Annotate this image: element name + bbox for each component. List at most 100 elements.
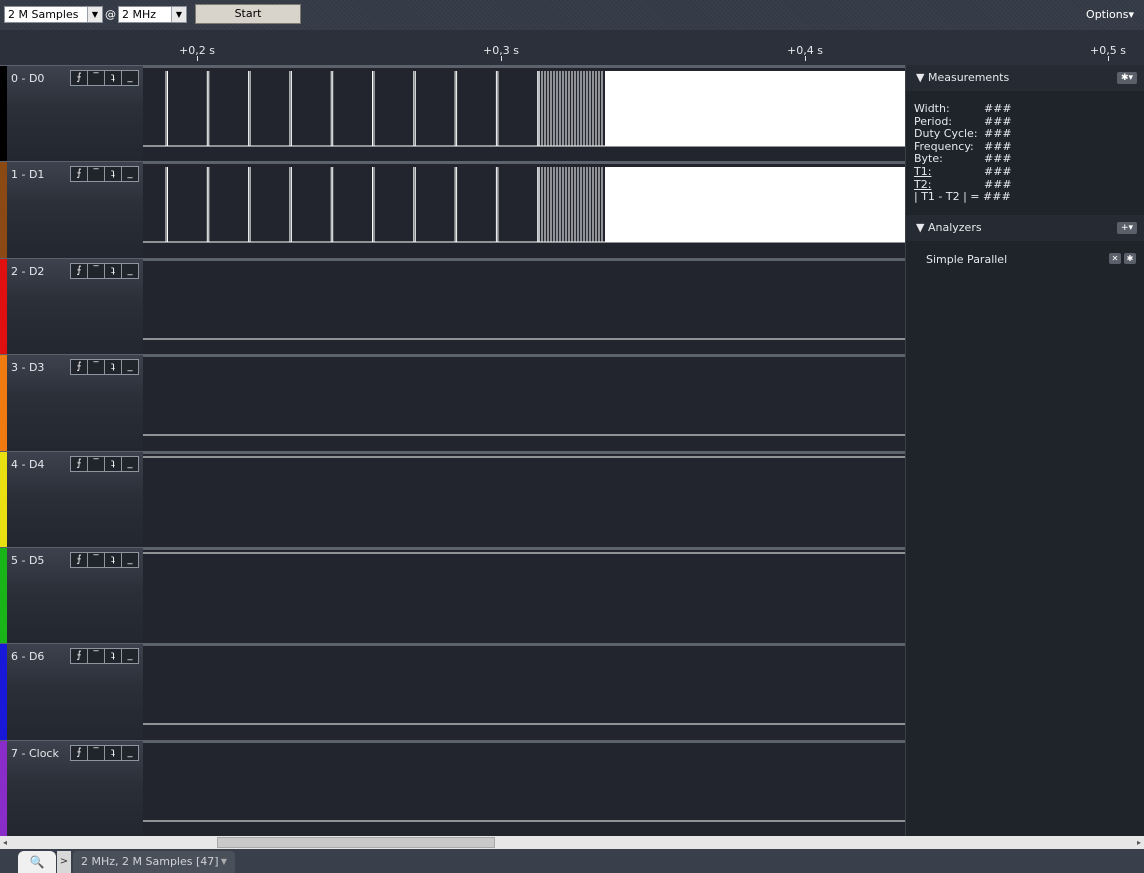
trigger-button[interactable]: _ xyxy=(122,167,138,181)
channel-color-bar xyxy=(0,66,7,162)
trigger-button[interactable]: _ xyxy=(122,746,138,760)
trigger-button[interactable]: ‾ xyxy=(88,456,105,471)
add-analyzer-icon[interactable]: +▾ xyxy=(1117,222,1137,234)
analyzer-item[interactable]: Simple Parallel xyxy=(926,253,1007,266)
trigger-button[interactable]: _ xyxy=(122,553,138,567)
trigger-button[interactable]: ⨍ xyxy=(71,745,88,760)
channel-label-box[interactable]: 5 - D5 ⨍ ‾ ʇ _ xyxy=(0,547,143,644)
t1-link[interactable]: T1: xyxy=(914,165,931,178)
trigger-button[interactable]: ʇ xyxy=(105,71,122,85)
scrollbar-thumb[interactable] xyxy=(217,837,495,848)
time-tick: +0,5 s xyxy=(1090,44,1126,61)
channel-label-box[interactable]: 2 - D2 ⨍ ‾ ʇ _ xyxy=(0,257,143,355)
analyzers-title: Analyzers xyxy=(927,221,982,234)
trigger-button[interactable]: ‾ xyxy=(88,649,105,664)
rate-select[interactable]: 2 MHz ▼ xyxy=(118,6,187,23)
trigger-button[interactable]: ʇ xyxy=(105,263,122,278)
session-tab-bar: 🔍 > 2 MHz, 2 M Samples [47] ▼ xyxy=(0,849,1144,873)
channel-row: 6 - D6 ⨍ ‾ ʇ _ xyxy=(0,643,905,740)
scroll-right-arrow-icon[interactable]: ▸ xyxy=(1134,836,1144,849)
channel-waveform[interactable] xyxy=(143,547,905,644)
channel-row: 1 - D1 ⨍ ‾ ʇ _ xyxy=(0,161,905,258)
trigger-button[interactable]: ⨍ xyxy=(71,456,88,471)
waveform-svg xyxy=(143,338,905,340)
trigger-button[interactable]: ⨍ xyxy=(71,649,88,664)
trigger-button[interactable]: _ xyxy=(122,71,138,85)
time-tick: +0,3 s xyxy=(483,44,519,61)
waveform-svg xyxy=(143,820,905,822)
scroll-left-arrow-icon[interactable]: ◂ xyxy=(0,836,10,849)
channel-color-bar xyxy=(0,258,7,355)
trigger-button[interactable]: ⨍ xyxy=(71,553,88,567)
channel-name: 3 - D3 xyxy=(11,361,45,375)
channel-label-box[interactable]: 7 - Clock ⨍ ‾ ʇ _ xyxy=(0,739,143,837)
channel-waveform[interactable] xyxy=(143,450,905,547)
trigger-button[interactable]: _ xyxy=(122,360,138,374)
channel-row: 5 - D5 ⨍ ‾ ʇ _ xyxy=(0,547,905,644)
channel-label-box[interactable]: 6 - D6 ⨍ ‾ ʇ _ xyxy=(0,643,143,740)
close-icon[interactable]: ✕ xyxy=(1109,253,1121,264)
start-button[interactable]: Start xyxy=(195,4,301,24)
waveform-svg xyxy=(143,434,905,436)
trigger-buttons: ⨍ ‾ ʇ _ xyxy=(70,359,139,376)
t2-link[interactable]: T2: xyxy=(914,178,931,191)
channel-waveform[interactable] xyxy=(143,643,905,740)
trigger-button[interactable]: ‾ xyxy=(88,553,105,567)
waveform-svg xyxy=(143,552,905,554)
trigger-button[interactable]: ‾ xyxy=(88,71,105,85)
trigger-button[interactable]: ʇ xyxy=(105,360,122,375)
trigger-buttons: ⨍ ‾ ʇ _ xyxy=(70,70,139,86)
trigger-button[interactable]: ⨍ xyxy=(71,263,88,278)
channel-label-box[interactable]: 3 - D3 ⨍ ‾ ʇ _ xyxy=(0,354,143,451)
triangle-down-icon: ▼ xyxy=(916,71,928,84)
channel-color-bar xyxy=(0,740,7,837)
session-tab-label: 2 MHz, 2 M Samples [47] xyxy=(81,855,219,868)
channel-waveform[interactable] xyxy=(143,257,905,355)
chevron-right-icon[interactable]: > xyxy=(57,851,71,873)
trigger-button[interactable]: ‾ xyxy=(88,167,105,182)
waveform-svg xyxy=(143,723,905,725)
chevron-down-icon: ▼ xyxy=(87,7,102,22)
channel-waveform[interactable] xyxy=(143,354,905,451)
trigger-button[interactable]: ⨍ xyxy=(71,167,88,182)
trigger-button[interactable]: ⨍ xyxy=(71,360,88,375)
trigger-button[interactable]: ʇ xyxy=(105,745,122,760)
trigger-button[interactable]: ʇ xyxy=(105,553,122,567)
channel-name: 5 - D5 xyxy=(11,554,45,567)
channel-waveform[interactable] xyxy=(143,739,905,837)
time-ruler[interactable]: +0,2 s +0,3 s +0,4 s +0,5 s xyxy=(0,30,1144,65)
gear-icon[interactable]: ✱▾ xyxy=(1117,72,1137,84)
chevron-down-icon: ▼ xyxy=(171,7,186,22)
trigger-button[interactable]: ‾ xyxy=(88,360,105,375)
channel-row: 2 - D2 ⨍ ‾ ʇ _ xyxy=(0,257,905,355)
trigger-button[interactable]: ʇ xyxy=(105,649,122,664)
time-tick: +0,4 s xyxy=(787,44,823,61)
channel-label-box[interactable]: 1 - D1 ⨍ ‾ ʇ _ xyxy=(0,161,143,258)
trigger-button[interactable]: ⨍ xyxy=(71,71,88,85)
trigger-buttons: ⨍ ‾ ʇ _ xyxy=(70,455,139,472)
gear-icon[interactable]: ✱ xyxy=(1124,253,1136,264)
trigger-button[interactable]: ʇ xyxy=(105,456,122,471)
analyzers-header[interactable]: ▼ Analyzers +▾ xyxy=(906,215,1144,241)
trigger-button[interactable]: _ xyxy=(122,457,138,471)
trigger-button[interactable]: _ xyxy=(122,264,138,278)
channel-waveform[interactable] xyxy=(143,65,905,162)
session-tab[interactable]: 2 MHz, 2 M Samples [47] ▼ xyxy=(73,851,235,873)
samples-select[interactable]: 2 M Samples ▼ xyxy=(4,6,103,23)
channel-color-bar xyxy=(0,644,7,740)
channel-label-box[interactable]: 4 - D4 ⨍ ‾ ʇ _ xyxy=(0,450,143,547)
rate-value: 2 MHz xyxy=(122,8,157,21)
channel-name: 1 - D1 xyxy=(11,168,45,182)
channel-waveform[interactable] xyxy=(143,161,905,258)
measurements-header[interactable]: ▼ Measurements ✱▾ xyxy=(906,65,1144,91)
search-icon[interactable]: 🔍 xyxy=(18,851,56,873)
options-menu[interactable]: Options▾ xyxy=(1086,8,1134,21)
trigger-button[interactable]: _ xyxy=(122,649,138,663)
horizontal-scrollbar[interactable]: ◂ ▸ xyxy=(0,836,1144,849)
trigger-button[interactable]: ʇ xyxy=(105,167,122,182)
measurement-diff-row: | T1 - T2 | = ### xyxy=(914,190,1011,204)
channel-label-box[interactable]: 0 - D0 ⨍ ‾ ʇ _ xyxy=(0,65,143,162)
waveform-svg xyxy=(143,71,905,147)
trigger-button[interactable]: ‾ xyxy=(88,745,105,760)
trigger-button[interactable]: ‾ xyxy=(88,263,105,278)
